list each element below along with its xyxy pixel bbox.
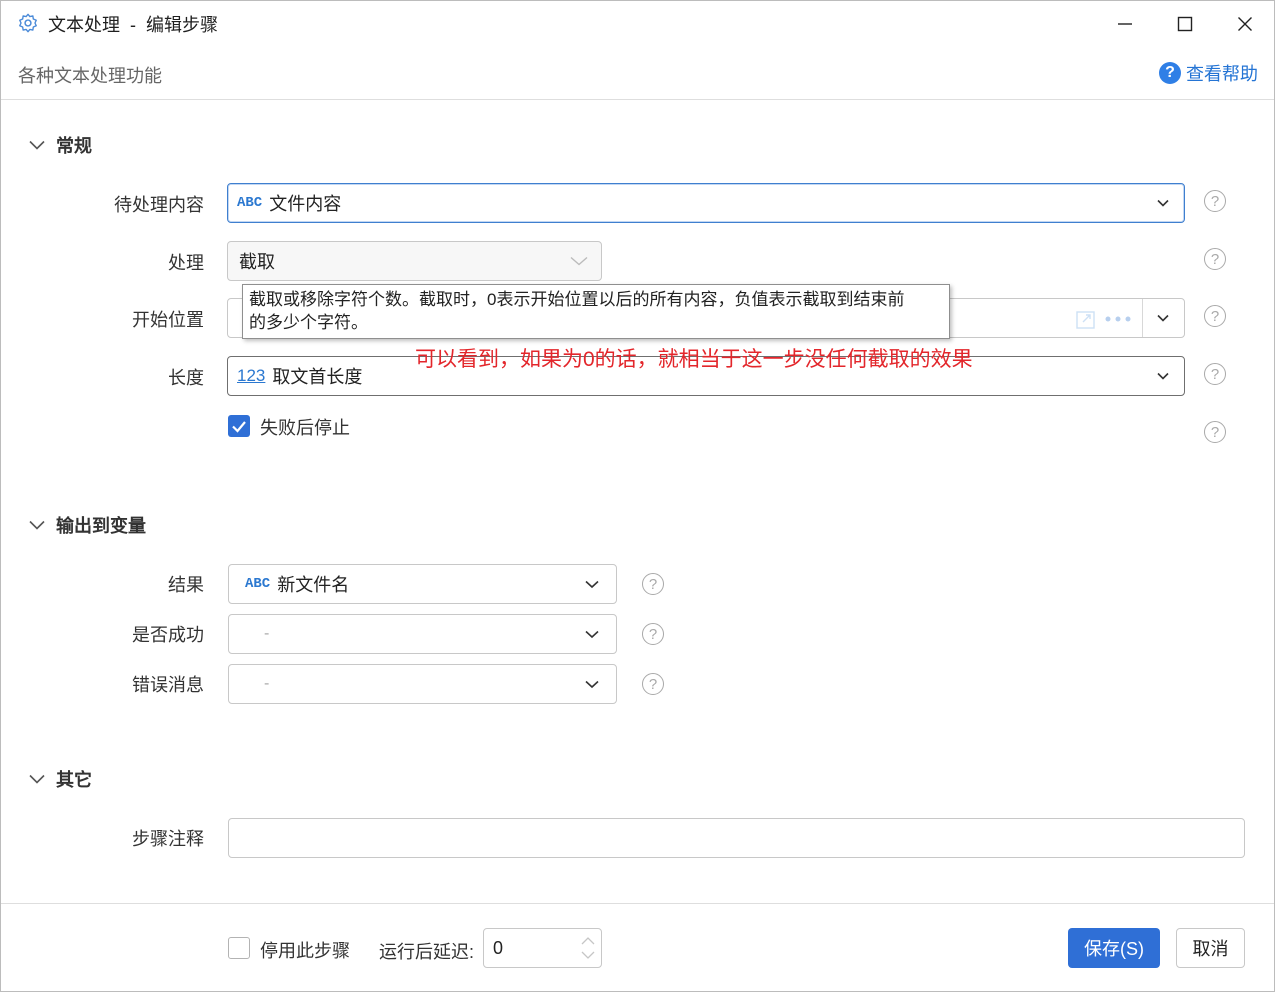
success-value: -	[264, 625, 270, 642]
dialog-header: 各种文本处理功能 ? 查看帮助	[1, 45, 1274, 100]
start-position-label: 开始位置	[132, 310, 204, 330]
chevron-down-icon	[29, 520, 45, 530]
success-label: 是否成功	[132, 625, 204, 645]
process-value: 截取	[239, 252, 275, 272]
close-icon	[1238, 17, 1252, 31]
length-label: 长度	[168, 368, 204, 388]
stop-on-fail-checkbox[interactable]	[228, 415, 250, 437]
minimize-button[interactable]	[1102, 7, 1148, 41]
length-value: 取文首长度	[272, 367, 363, 387]
dialog-window: 文本处理 - 编辑步骤 各种文本处理功能 ? 查看帮助 常规 待处理内容 ABC…	[0, 0, 1275, 992]
help-link[interactable]: ? 查看帮助	[1159, 60, 1258, 86]
dialog-footer: 停用此步骤 运行后延迟: 0 保存(S) 取消	[1, 903, 1274, 991]
title-bar: 文本处理 - 编辑步骤	[1, 1, 1274, 45]
disable-step-checkbox[interactable]	[228, 937, 250, 959]
tooltip-line-1: 截取或移除字符个数。截取时，0表示开始位置以后的所有内容，负值表示截取到结束前	[249, 290, 905, 309]
delay-input[interactable]: 0	[483, 928, 602, 968]
content-select[interactable]: ABC 文件内容	[227, 183, 1185, 223]
error-message-value: -	[264, 675, 270, 692]
step-note-input[interactable]	[228, 818, 1245, 858]
chevron-down-icon	[585, 630, 599, 639]
chevron-down-icon	[585, 580, 599, 589]
step-note-label: 步骤注释	[132, 829, 204, 849]
section-output-title: 输出到变量	[56, 516, 146, 536]
help-circle-icon: ?	[1159, 62, 1181, 84]
question-icon[interactable]: ?	[642, 673, 664, 695]
more-options-icon[interactable]	[1105, 316, 1131, 322]
error-message-label: 错误消息	[132, 675, 204, 695]
stop-on-fail-label: 失败后停止	[260, 418, 350, 438]
chevron-down-icon	[1157, 314, 1169, 322]
checkmark-icon	[232, 421, 246, 433]
divider	[1142, 299, 1143, 337]
chevron-down-icon	[1157, 199, 1169, 207]
tooltip-line-2: 的多少个字符。	[249, 313, 368, 332]
chevron-down-icon	[570, 256, 588, 266]
number-type-icon: 123	[237, 366, 266, 385]
result-label: 结果	[168, 575, 204, 595]
cancel-button[interactable]: 取消	[1176, 928, 1245, 968]
chevron-down-icon	[585, 680, 599, 689]
annotation-text: 可以看到，如果为0的话，就相当于这一步没任何截取的效果	[415, 348, 973, 371]
close-button[interactable]	[1222, 7, 1268, 41]
delay-label: 运行后延迟:	[379, 942, 475, 962]
window-title: 文本处理 - 编辑步骤	[48, 15, 218, 35]
question-icon[interactable]: ?	[1204, 305, 1226, 327]
tooltip: 截取或移除字符个数。截取时，0表示开始位置以后的所有内容，负值表示截取到结束前 …	[242, 284, 950, 339]
content-label: 待处理内容	[114, 195, 204, 215]
spinner-arrows-icon[interactable]	[579, 933, 597, 963]
section-other-toggle[interactable]: 其它	[29, 766, 92, 792]
process-select[interactable]: 截取	[227, 241, 602, 281]
maximize-button[interactable]	[1162, 7, 1208, 41]
success-select[interactable]: -	[228, 614, 617, 654]
help-link-label: 查看帮助	[1186, 64, 1258, 84]
chevron-down-icon	[1157, 372, 1169, 380]
question-icon[interactable]: ?	[1204, 190, 1226, 212]
question-icon[interactable]: ?	[1204, 248, 1226, 270]
chevron-down-icon	[29, 774, 45, 784]
content-value: 文件内容	[269, 194, 342, 214]
section-output-toggle[interactable]: 输出到变量	[29, 512, 146, 538]
save-button[interactable]: 保存(S)	[1068, 928, 1160, 968]
dialog-subtitle: 各种文本处理功能	[18, 66, 162, 86]
section-general-toggle[interactable]: 常规	[29, 132, 92, 158]
result-select[interactable]: ABC 新文件名	[228, 564, 617, 604]
text-type-icon: ABC	[245, 576, 271, 592]
minimize-icon	[1118, 23, 1132, 25]
delay-value: 0	[493, 937, 504, 958]
question-icon[interactable]: ?	[1204, 421, 1226, 443]
question-icon[interactable]: ?	[642, 573, 664, 595]
text-type-icon: ABC	[237, 195, 263, 211]
question-icon[interactable]: ?	[1204, 363, 1226, 385]
question-icon[interactable]: ?	[642, 623, 664, 645]
process-label: 处理	[168, 253, 204, 273]
section-general-title: 常规	[56, 136, 92, 156]
error-message-select[interactable]: -	[228, 664, 617, 704]
gear-icon	[19, 13, 37, 33]
disable-step-label: 停用此步骤	[260, 941, 350, 961]
result-value: 新文件名	[277, 575, 350, 595]
section-other-title: 其它	[56, 770, 92, 790]
chevron-down-icon	[29, 140, 45, 150]
maximize-icon	[1177, 16, 1193, 32]
external-link-icon[interactable]	[1076, 311, 1096, 329]
